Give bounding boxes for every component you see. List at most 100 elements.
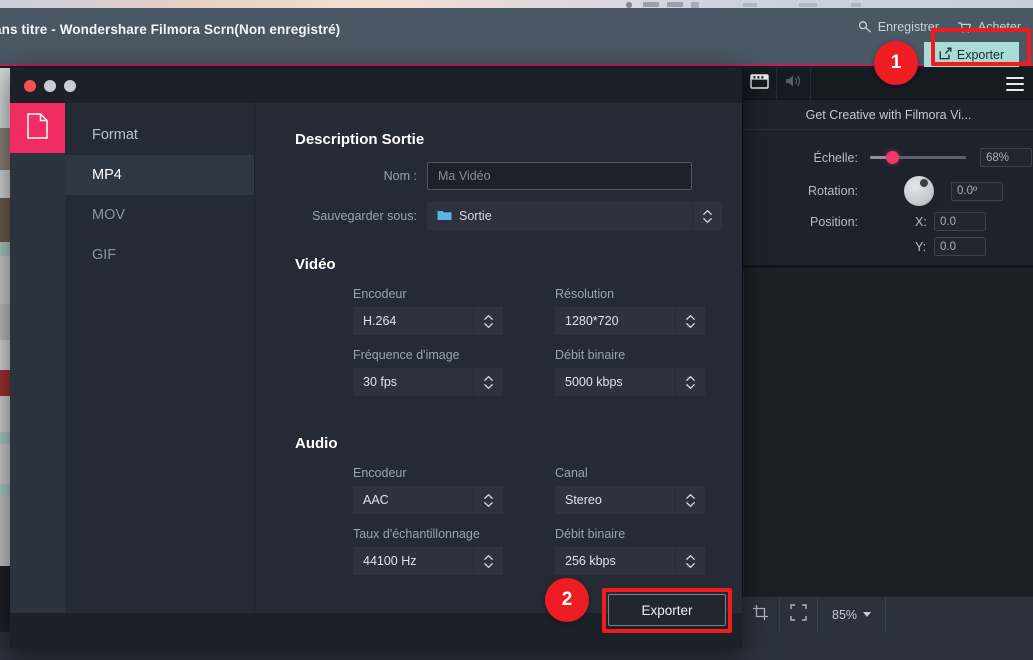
zoom-level-dropdown[interactable]: 85%: [818, 596, 887, 633]
crop-button[interactable]: [742, 596, 780, 633]
sidebar-item-gif[interactable]: GIF: [65, 235, 254, 275]
video-bitrate-field: Débit binaire 5000 kbps: [555, 348, 735, 396]
video-framerate-value[interactable]: 30 fps: [353, 368, 473, 396]
dialog-titlebar: [10, 68, 742, 103]
record-button-label: Enregistrer: [877, 20, 939, 34]
chevron-down-icon: [703, 217, 712, 223]
folder-icon: [437, 209, 452, 224]
video-bitrate-value[interactable]: 5000 kbps: [555, 368, 675, 396]
position-x-row: Position: X: 0.0: [743, 212, 1033, 231]
output-folder-select[interactable]: Sortie: [427, 202, 692, 230]
video-fields-row-1: Encodeur H.264 Résolution 1280*720: [295, 287, 742, 348]
output-folder-row: Sauvegarder sous: Sortie: [295, 202, 742, 230]
key-search-icon: [858, 20, 872, 34]
chevron-up-icon: [484, 554, 493, 560]
audio-channel-value[interactable]: Stereo: [555, 486, 675, 514]
video-encoder-stepper[interactable]: [474, 307, 503, 335]
fit-to-screen-icon: [790, 603, 807, 626]
chevron-down-icon: [484, 562, 493, 568]
chevron-up-icon: [686, 314, 695, 320]
dock-empty-area: [743, 271, 1033, 601]
audio-channel-field: Canal Stereo: [555, 466, 735, 514]
annotation-highlight-2: [602, 588, 732, 633]
section-title-video: Vidéo: [295, 256, 336, 273]
output-folder-value: Sortie: [459, 209, 492, 223]
video-framerate-stepper[interactable]: [474, 368, 503, 396]
document-icon: [27, 112, 48, 144]
export-dialog: Format MP4 MOV GIF Description Sortie No…: [10, 68, 742, 648]
minimize-icon[interactable]: [44, 79, 56, 92]
audio-bitrate-value[interactable]: 256 kbps: [555, 547, 675, 575]
rotation-property-row: Rotation: 0.0º: [743, 176, 1033, 206]
rotation-label: Rotation:: [807, 184, 858, 198]
position-y-label: Y:: [915, 239, 927, 254]
scale-slider-thumb[interactable]: [886, 151, 899, 164]
local-output-tab[interactable]: [10, 103, 65, 153]
audio-encoder-field: Encodeur AAC: [353, 466, 533, 514]
background-strip-glyphs: [626, 2, 861, 8]
scale-value-input[interactable]: 68%: [980, 148, 1032, 167]
fit-to-screen-button[interactable]: [780, 596, 818, 633]
position-y-row: Y: 0.0: [743, 237, 1033, 256]
video-encoder-label: Encodeur: [353, 287, 407, 301]
video-resolution-value[interactable]: 1280*720: [555, 307, 675, 335]
clapboard-icon: [750, 73, 769, 94]
app-title: ans titre - Wondershare Filmora Scrn(Non…: [0, 22, 341, 37]
annotation-badge-1: 1: [874, 41, 918, 85]
output-folder-stepper[interactable]: [693, 202, 722, 230]
audio-fields-row-2: Taux d'échantillonnage 44100 Hz Débit bi…: [295, 527, 742, 588]
rotation-value-input[interactable]: 0.0º: [951, 181, 1003, 201]
dock-clip-title: Get Creative with Filmora Vi...: [743, 100, 1033, 130]
tab-audio[interactable]: [777, 67, 811, 100]
chevron-up-icon: [703, 209, 712, 215]
chevron-up-icon: [686, 375, 695, 381]
audio-bitrate-field: Débit binaire 256 kbps: [555, 527, 735, 575]
maximize-icon[interactable]: [64, 79, 76, 92]
chevron-down-icon: [484, 501, 493, 507]
rotation-knob[interactable]: [904, 176, 934, 206]
chevron-down-icon: [686, 383, 695, 389]
section-title-audio: Audio: [295, 435, 338, 452]
audio-samplerate-label: Taux d'échantillonnage: [353, 527, 480, 541]
audio-encoder-stepper[interactable]: [474, 486, 503, 514]
position-x-input[interactable]: 0.0: [934, 212, 986, 231]
annotation-badge-2: 2: [545, 578, 589, 622]
audio-samplerate-field: Taux d'échantillonnage 44100 Hz: [353, 527, 533, 575]
chevron-up-icon: [484, 493, 493, 499]
sidebar-item-mov[interactable]: MOV: [65, 195, 254, 235]
sidebar-item-mp4[interactable]: MP4: [65, 155, 254, 195]
close-icon[interactable]: [24, 79, 36, 92]
video-bitrate-stepper[interactable]: [676, 368, 705, 396]
audio-bitrate-stepper[interactable]: [676, 547, 705, 575]
preview-bottom-toolbar: 85%: [742, 596, 1033, 633]
audio-channel-stepper[interactable]: [676, 486, 705, 514]
chevron-up-icon: [484, 314, 493, 320]
scale-slider[interactable]: [870, 151, 966, 164]
chevron-down-icon: [686, 501, 695, 507]
audio-samplerate-value[interactable]: 44100 Hz: [353, 547, 473, 575]
position-y-input[interactable]: 0.0: [934, 237, 986, 256]
scale-property-row: Échelle: 68%: [743, 148, 1033, 167]
crop-icon: [752, 604, 769, 626]
video-framerate-label: Fréquence d'image: [353, 348, 460, 362]
video-resolution-label: Résolution: [555, 287, 615, 301]
audio-channel-label: Canal: [555, 466, 588, 480]
chevron-down-icon: [863, 612, 872, 617]
chevron-up-icon: [686, 554, 695, 560]
audio-bitrate-label: Débit binaire: [555, 527, 626, 541]
annotation-highlight-1: [931, 28, 1031, 66]
audio-samplerate-stepper[interactable]: [474, 547, 503, 575]
audio-encoder-value[interactable]: AAC: [353, 486, 473, 514]
record-button[interactable]: Enregistrer: [858, 20, 939, 34]
video-resolution-field: Résolution 1280*720: [555, 287, 735, 335]
hamburger-menu-icon[interactable]: [1006, 77, 1024, 91]
video-encoder-value[interactable]: H.264: [353, 307, 473, 335]
output-name-input[interactable]: Ma Vidéo: [427, 162, 692, 190]
position-label: Position:: [810, 214, 858, 229]
right-properties-dock: Get Creative with Filmora Vi... Échelle:…: [742, 67, 1033, 660]
section-title-output: Description Sortie: [295, 131, 425, 148]
chevron-down-icon: [686, 322, 695, 328]
tab-video[interactable]: [743, 67, 777, 100]
video-encoder-field: Encodeur H.264: [353, 287, 533, 335]
video-resolution-stepper[interactable]: [676, 307, 705, 335]
